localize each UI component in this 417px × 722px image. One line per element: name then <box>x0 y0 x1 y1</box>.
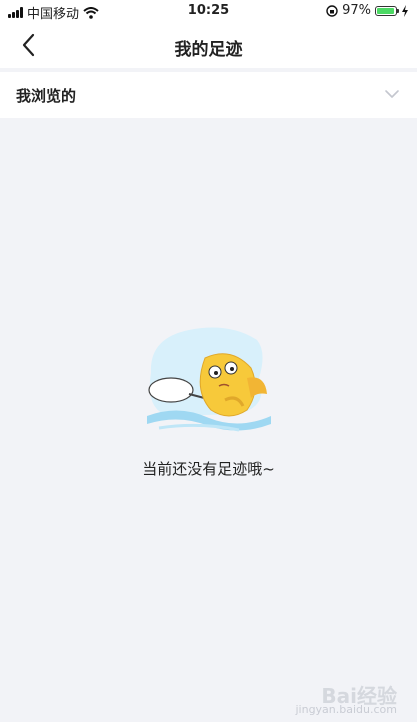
status-bar: 中国移动 10:25 97% <box>0 0 417 22</box>
chevron-down-icon <box>385 90 399 98</box>
filter-label: 我浏览的 <box>16 87 77 105</box>
battery-percent: 97% <box>342 3 371 18</box>
empty-message: 当前还没有足迹哦~ <box>142 460 275 478</box>
watermark-logo: Bai经验 <box>321 684 397 708</box>
status-right: 97% <box>326 3 409 18</box>
nav-bar: 我的足迹 <box>0 22 417 68</box>
filter-dropdown[interactable]: 我浏览的 <box>0 72 417 118</box>
page-title: 我的足迹 <box>174 40 243 60</box>
watermark: Bai经验 jingyan.baidu.com <box>295 684 397 716</box>
watermark-url: jingyan.baidu.com <box>295 703 397 716</box>
charging-icon <box>402 4 408 17</box>
fish-fishing-net-illustration <box>146 327 271 432</box>
rotation-lock-icon <box>326 4 338 17</box>
empty-state: 当前还没有足迹哦~ <box>0 318 417 479</box>
battery-icon <box>375 5 399 16</box>
